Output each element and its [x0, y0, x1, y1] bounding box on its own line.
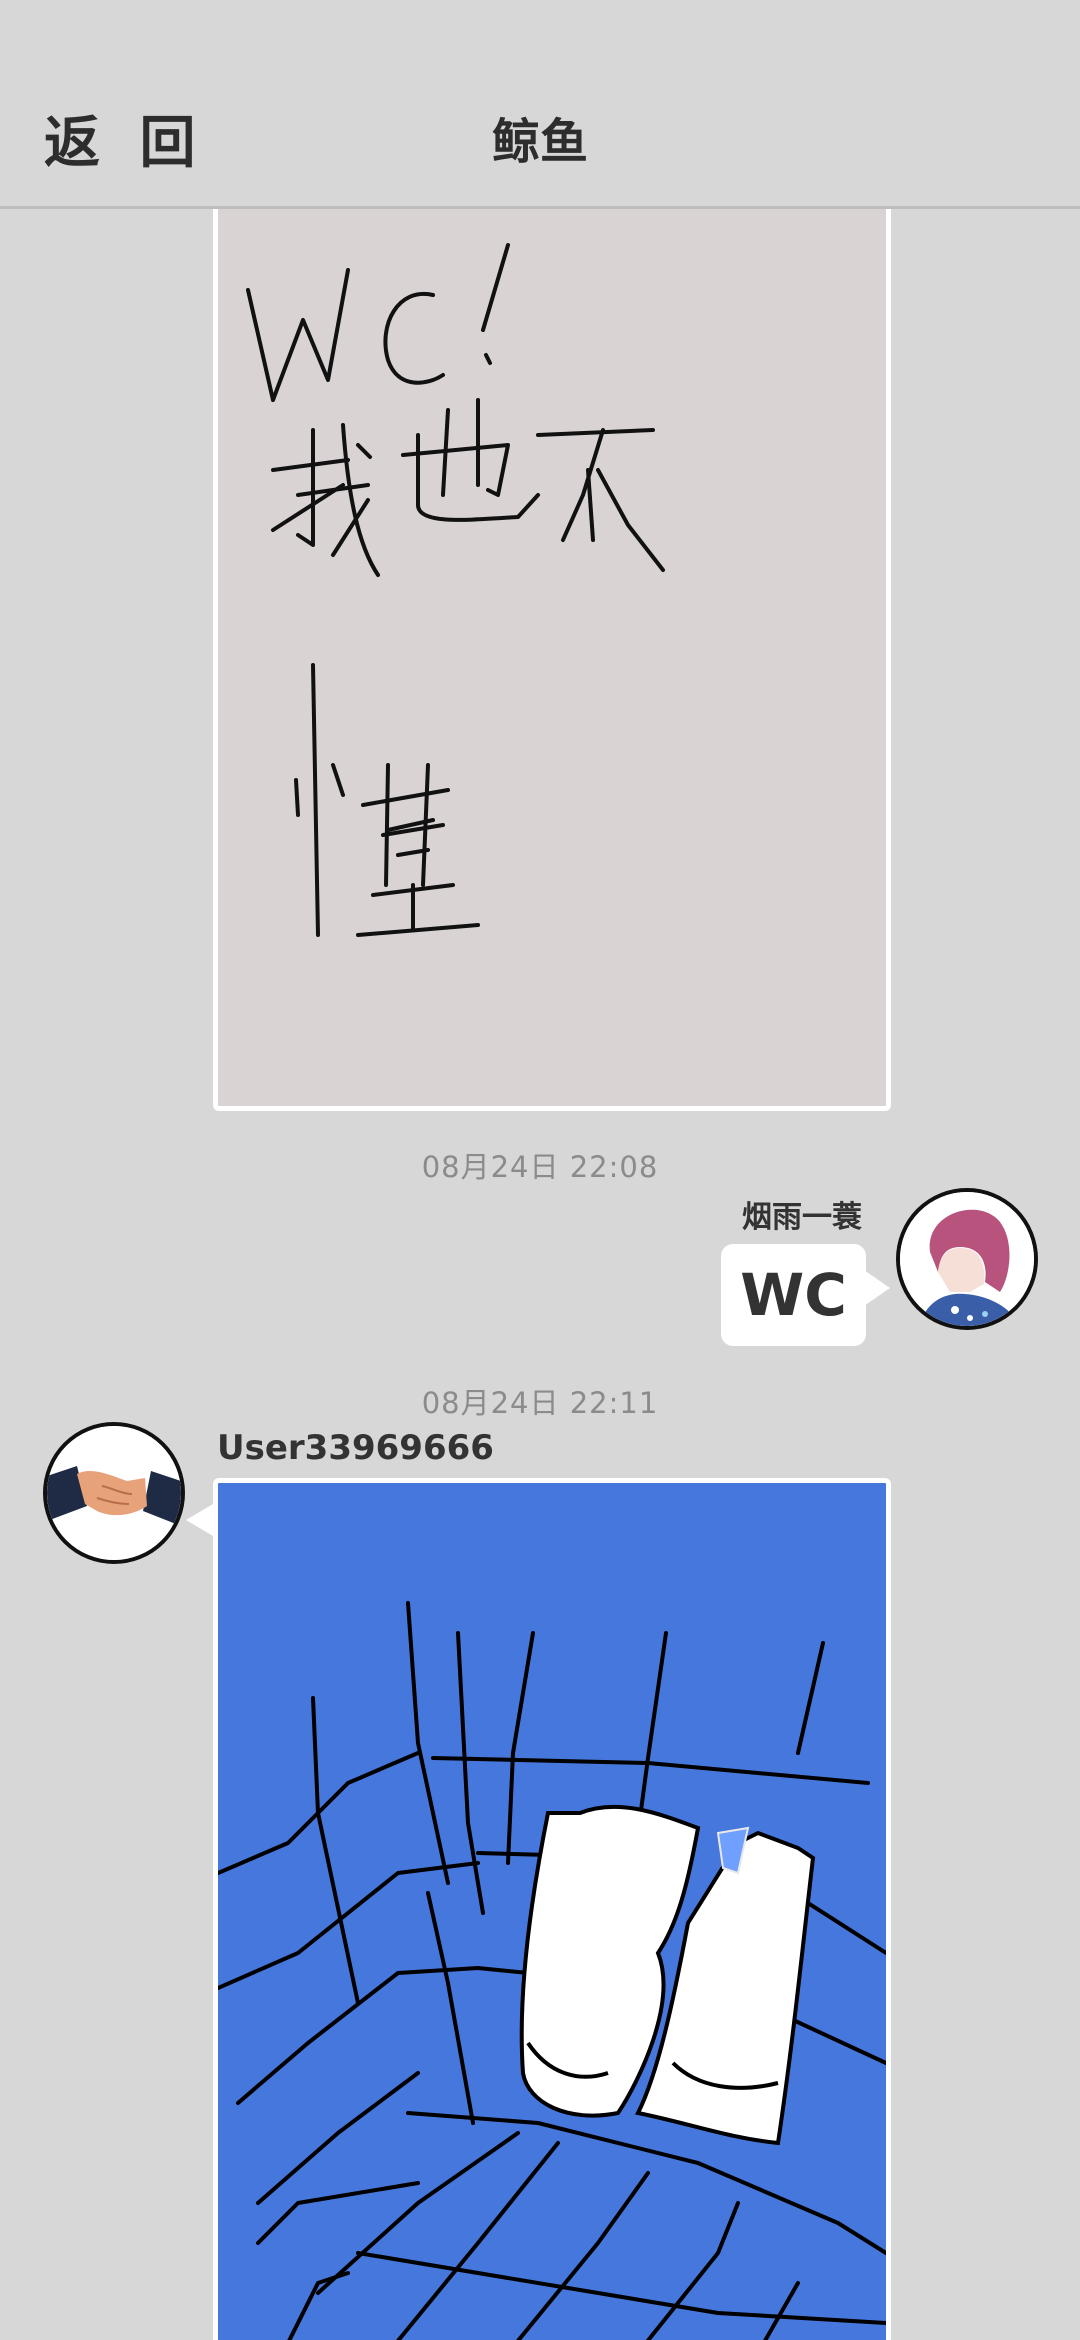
chat-screen: 返 回 鲸鱼 08月24日 22:08 烟雨一蓑 WC 08月24日 22:11	[0, 0, 1080, 2340]
message-bubble[interactable]: WC	[721, 1244, 866, 1346]
bathroom-drawing	[218, 1601, 886, 2340]
message-text: WC	[740, 1261, 847, 1329]
chat-title: 鲸鱼	[491, 114, 588, 170]
bubble-tail	[864, 1270, 890, 1306]
sender-name: 烟雨一蓑	[742, 1200, 862, 1235]
bubble-tail	[186, 1504, 213, 1536]
drawing-message-image[interactable]	[213, 190, 891, 1111]
message-timestamp: 08月24日 22:11	[421, 1386, 659, 1420]
anime-avatar-icon[interactable]	[896, 1188, 1038, 1330]
message-timestamp: 08月24日 22:08	[421, 1150, 659, 1184]
drawing-message-image[interactable]	[213, 1478, 891, 2340]
handwritten-drawing	[246, 243, 665, 937]
handshake-avatar-icon[interactable]	[43, 1422, 185, 1564]
sender-name: User33969666	[217, 1428, 494, 1468]
top-navigation-bar: 返 回 鲸鱼	[0, 0, 1080, 209]
